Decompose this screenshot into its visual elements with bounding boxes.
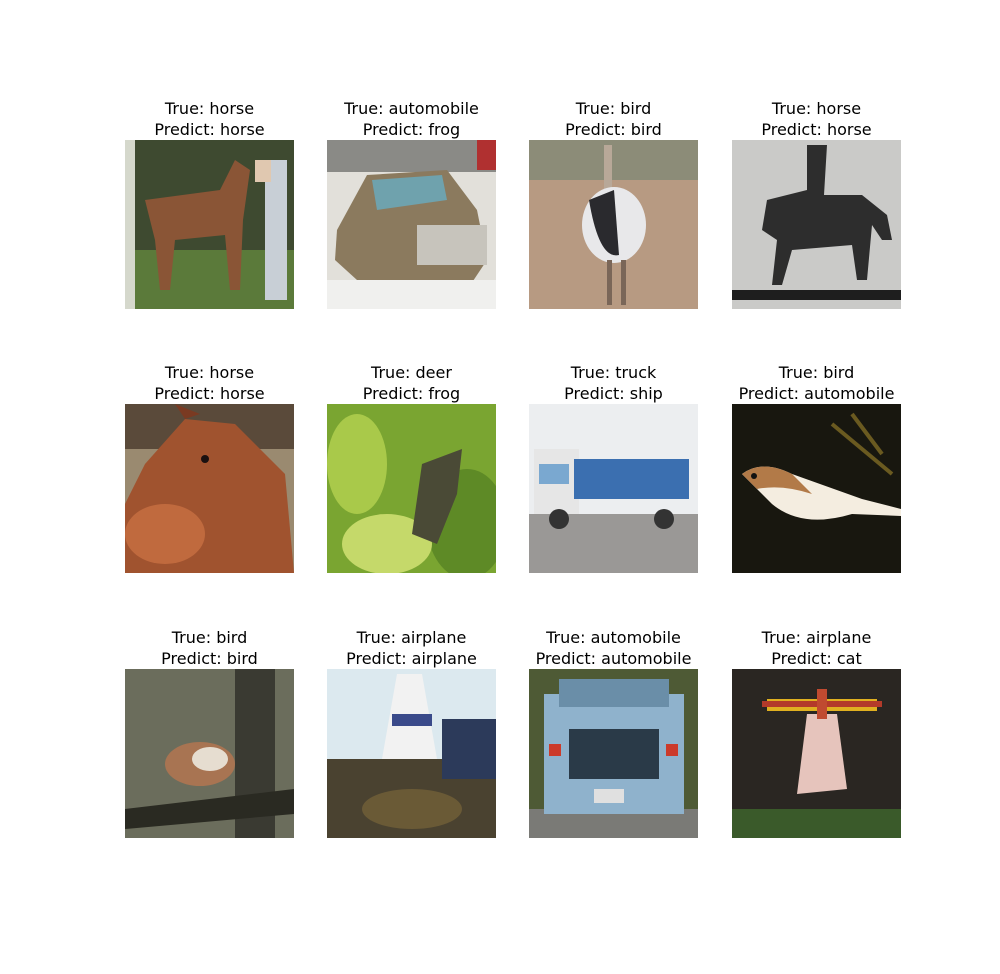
ostrich-photo xyxy=(529,140,698,309)
vintage-car-photo xyxy=(327,140,496,309)
panel-2: True: automobile Predict: frog xyxy=(327,98,496,309)
bird-on-branch-dark-photo xyxy=(732,404,901,573)
predict-label: Predict: automobile xyxy=(738,384,895,403)
predict-label: Predict: cat xyxy=(771,649,862,668)
deer-in-foliage-photo xyxy=(327,404,496,573)
brown-horse-head-photo xyxy=(125,404,294,573)
airplane-tail-photo xyxy=(327,669,496,838)
true-label: True: bird xyxy=(778,363,855,382)
panel-10: True: airplane Predict: airplane xyxy=(327,627,496,838)
blue-truck-photo xyxy=(529,404,698,573)
panel-12: True: airplane Predict: cat xyxy=(732,627,901,838)
sparrow-on-branch-photo xyxy=(125,669,294,838)
horse-silhouette-photo xyxy=(732,140,901,309)
panel-4: True: horse Predict: horse xyxy=(732,98,901,309)
panel-1: True: horse Predict: horse xyxy=(125,98,294,309)
predict-label: Predict: horse xyxy=(761,120,872,139)
panel-7: True: truck Predict: ship xyxy=(529,362,698,573)
biplane-photo xyxy=(732,669,901,838)
panel-11: True: automobile Predict: automobile xyxy=(529,627,698,838)
true-label: True: airplane xyxy=(761,628,872,647)
panel-title: True: horse Predict: horse xyxy=(692,98,941,140)
true-label: True: horse xyxy=(771,99,862,118)
panel-5: True: horse Predict: horse xyxy=(125,362,294,573)
horse-with-person-photo xyxy=(125,140,294,309)
panel-3: True: bird Predict: bird xyxy=(529,98,698,309)
panel-title: True: airplane Predict: cat xyxy=(692,627,941,669)
panel-title: True: bird Predict: automobile xyxy=(692,362,941,404)
blue-pickup-truck-photo xyxy=(529,669,698,838)
panel-8: True: bird Predict: automobile xyxy=(732,362,901,573)
prediction-grid-figure: True: horse Predict: horse True: automob… xyxy=(0,0,1000,974)
panel-9: True: bird Predict: bird xyxy=(125,627,294,838)
panel-6: True: deer Predict: frog xyxy=(327,362,496,573)
